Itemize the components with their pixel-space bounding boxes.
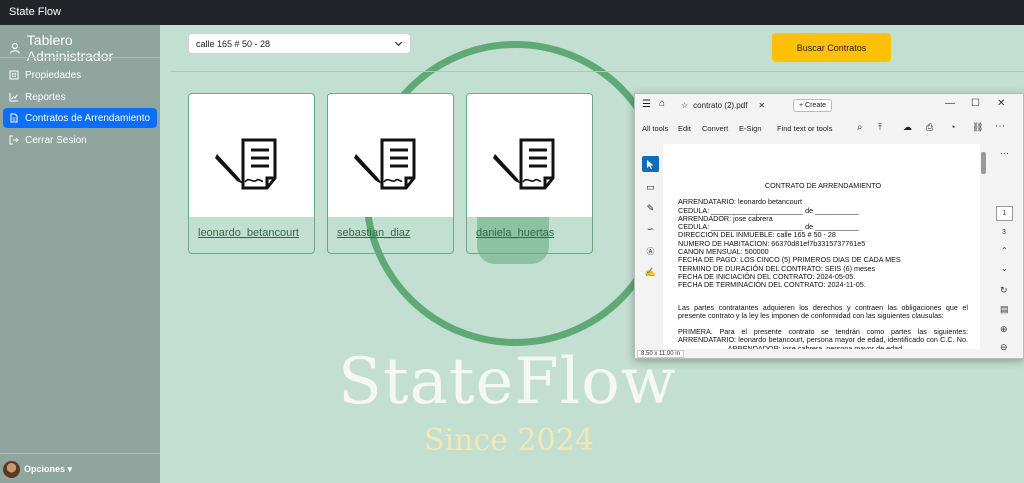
page-view-icon[interactable]: ▤ (1000, 304, 1009, 315)
avatar (3, 461, 20, 478)
select-cursor-icon[interactable] (642, 156, 659, 172)
pdf-viewer-window: ☰ ⌂ ☆ contrato (2).pdf ✕ + Create — ☐ ✕ … (634, 93, 1024, 359)
pdf-titlebar: ☰ ⌂ ☆ contrato (2).pdf ✕ + Create — ☐ ✕ (635, 94, 1023, 116)
sidebar-divider (0, 57, 160, 58)
sidebar-item-label: Contratos de Arrendamiento (25, 112, 151, 124)
all-tools-menu[interactable]: All tools (642, 124, 668, 133)
divider (171, 71, 1024, 72)
contract-link[interactable]: daniela_huertas (476, 227, 554, 239)
comment-icon[interactable]: ▭ (642, 179, 659, 195)
contract-link[interactable]: sebastian_diaz (337, 227, 410, 239)
sidebar-title-text: Tablero Administrador (26, 32, 114, 64)
minimize-icon[interactable]: — (945, 98, 955, 109)
create-button[interactable]: + Create (793, 99, 833, 112)
search-icon[interactable]: ⌕ (857, 122, 863, 133)
pdf-left-toolbar: ▭ ✎ ∽ Ⓐ ✍ (639, 146, 661, 286)
scrollbar-thumb[interactable] (981, 152, 986, 174)
search-contracts-button[interactable]: Buscar Contratos (772, 33, 891, 62)
sidebar-item-label: Reportes (25, 91, 66, 103)
sidebar-item-cerrar-sesion[interactable]: Cerrar Sesion (3, 130, 157, 150)
contract-sign-icon (493, 138, 555, 190)
edit-menu[interactable]: Edit (678, 124, 691, 133)
more-icon[interactable]: ⋯ (995, 121, 1005, 132)
sidebar-item-reportes[interactable]: Reportes (3, 87, 157, 107)
document-line: FECHA DE TERMINACIÓN DEL CONTRATO: 2024-… (678, 280, 866, 290)
card-image-area (467, 94, 592, 217)
rotate-icon[interactable]: ↻ (1000, 285, 1008, 296)
logout-icon (9, 135, 19, 145)
address-select-value: calle 165 # 50 - 28 (196, 38, 271, 49)
upload-icon[interactable]: ⤒ (878, 122, 882, 133)
contract-sign-icon (215, 138, 277, 190)
pdf-tab-title: contrato (2).pdf (693, 101, 748, 110)
page-number-input[interactable]: 1 (996, 206, 1013, 221)
chevron-down-icon (394, 41, 403, 47)
zoom-in-icon[interactable]: ⊕ (1000, 324, 1008, 335)
pdf-scrollbar[interactable] (980, 144, 987, 349)
watermark-title: StateFlow (338, 345, 677, 419)
pdf-tab[interactable]: ☆ contrato (2).pdf ✕ (675, 97, 785, 114)
contract-card[interactable]: leonardo_betancourt (188, 93, 315, 254)
pdf-page: CONTRATO DE ARRENDAMIENTO ARRENDATARIO: … (663, 144, 981, 349)
highlight-pen-icon[interactable]: ✎ (642, 200, 659, 216)
esign-menu[interactable]: E-Sign (739, 124, 762, 133)
zoom-out-icon[interactable]: ⊖ (1000, 342, 1008, 353)
menu-icon[interactable]: ☰ (642, 99, 651, 110)
watermark-subtitle: Since 2024 (424, 423, 594, 458)
draw-icon[interactable]: ∽ (642, 221, 659, 237)
sidebar-title: Tablero Administrador (9, 32, 160, 64)
document-paragraph: Las partes contratantes adquieren los de… (678, 302, 968, 320)
address-select[interactable]: calle 165 # 50 - 28 (188, 33, 411, 54)
document-icon (10, 113, 18, 123)
more-options-icon[interactable]: ⋯ (1000, 148, 1009, 159)
star-icon[interactable]: ☆ (681, 101, 688, 110)
card-image-area (328, 94, 453, 217)
sidebar-item-propiedades[interactable]: Propiedades (3, 65, 157, 85)
contract-card[interactable]: daniela_huertas (466, 93, 593, 254)
total-pages: 3 (1002, 229, 1006, 236)
document-heading: CONTRATO DE ARRENDAMIENTO (764, 181, 882, 190)
options-dropdown[interactable]: Opciones ▾ (3, 461, 72, 478)
chevron-up-icon[interactable]: ⌃ (1001, 246, 1008, 255)
top-navbar: State Flow (0, 0, 1024, 25)
card-image-area (189, 94, 314, 217)
sidebar-item-label: Cerrar Sesion (25, 134, 87, 146)
find-text-tools[interactable]: Find text or tools (777, 124, 832, 133)
options-label: Opciones ▾ (24, 464, 73, 474)
convert-menu[interactable]: Convert (702, 124, 728, 133)
contract-link[interactable]: leonardo_betancourt (198, 227, 299, 239)
brand-link[interactable]: State Flow (9, 6, 61, 18)
ai-assistant-icon[interactable]: ◔ (950, 122, 955, 132)
link-icon[interactable]: ⛓ (972, 122, 983, 133)
home-icon[interactable]: ⌂ (659, 98, 665, 109)
text-box-icon[interactable]: Ⓐ (642, 243, 659, 259)
sidebar: Tablero Administrador Propiedades Report… (0, 25, 160, 483)
chart-icon (9, 93, 18, 102)
chevron-down-icon[interactable]: ⌄ (1001, 264, 1008, 273)
print-icon[interactable]: ⎙ (926, 122, 933, 133)
pdf-toolbar: All tools Edit Convert E-Sign Find text … (635, 116, 1023, 140)
create-label: Create (805, 102, 827, 109)
page-size-indicator: 8.50 x 11.00 in (637, 350, 684, 358)
sidebar-item-label: Propiedades (25, 69, 82, 81)
sidebar-item-contratos[interactable]: Contratos de Arrendamiento (3, 108, 157, 128)
sidebar-divider (0, 453, 160, 454)
maximize-icon[interactable]: ☐ (971, 98, 980, 109)
sign-icon[interactable]: ✍ (642, 264, 659, 280)
pdf-right-rail: ⋯ 1 3 ⌃ ⌄ ↻ ▤ ⊕ ⊖ (991, 144, 1023, 354)
close-tab-icon[interactable]: ✕ (758, 101, 765, 110)
cloud-icon[interactable]: ☁ (903, 122, 912, 133)
contract-sign-icon (354, 138, 416, 190)
close-window-icon[interactable]: ✕ (997, 98, 1005, 109)
building-icon (9, 70, 19, 80)
contract-card[interactable]: sebastian_diaz (327, 93, 454, 254)
user-icon (9, 42, 20, 54)
document-paragraph: PRIMERA. Para el presente contrato se te… (678, 327, 968, 349)
